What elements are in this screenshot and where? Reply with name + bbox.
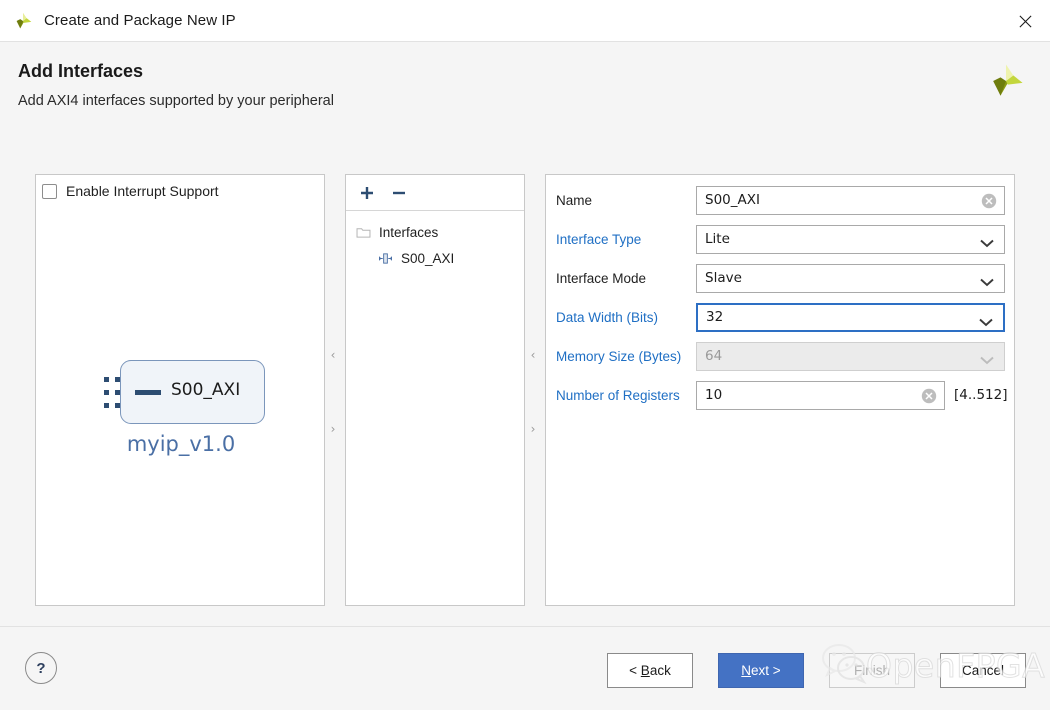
name-input[interactable]: S00_AXI [696, 186, 1005, 215]
help-button[interactable]: ? [25, 652, 57, 684]
interface-mode-label: Interface Mode [556, 271, 696, 286]
title-bar: Create and Package New IP [0, 0, 1050, 42]
tree-node-s00-axi[interactable]: S00_AXI [346, 245, 524, 271]
memory-size-value: 64 [697, 348, 722, 364]
memory-size-dropdown: 64 [696, 342, 1005, 371]
ip-block-shape[interactable]: S00_AXI [120, 360, 265, 424]
window-title: Create and Package New IP [44, 12, 236, 29]
interface-type-value: Lite [697, 231, 730, 247]
checkbox-box[interactable] [42, 184, 57, 199]
form-row-number-of-registers: Number of Registers 10 [4..512] [546, 382, 1014, 408]
interface-properties-panel: Name S00_AXI Interface Type Lite [545, 174, 1015, 606]
name-value: S00_AXI [697, 192, 760, 208]
close-icon[interactable] [1000, 0, 1050, 42]
interface-mode-value: Slave [697, 270, 742, 286]
ip-block-diagram: S00_AXI myip_v1.0 [36, 360, 326, 456]
number-of-registers-input[interactable]: 10 [696, 381, 945, 410]
chevron-down-icon [980, 352, 994, 370]
tree-node-label: Interfaces [379, 225, 438, 240]
chevron-down-icon[interactable] [980, 274, 994, 292]
folder-icon [356, 226, 371, 238]
number-of-registers-label: Number of Registers [556, 388, 696, 403]
chevron-right-icon[interactable]: › [528, 422, 538, 436]
clear-icon[interactable] [981, 193, 997, 209]
page-subtitle: Add AXI4 interfaces supported by your pe… [18, 93, 334, 109]
form-row-name: Name S00_AXI [546, 187, 1014, 213]
number-of-registers-value: 10 [697, 387, 722, 403]
form-row-data-width: Data Width (Bits) 32 [546, 304, 1014, 330]
ip-block-port-label: S00_AXI [171, 380, 240, 400]
splitter-right[interactable]: ‹ › [526, 174, 540, 606]
enable-interrupt-support-checkbox[interactable]: Enable Interrupt Support [42, 183, 219, 199]
chevron-down-icon[interactable] [980, 235, 994, 253]
tree-body: Interfaces S00_AXI [346, 219, 524, 271]
interfaces-tree-panel: Interfaces S00_AXI [345, 174, 525, 606]
page-header: Add Interfaces Add AXI4 interfaces suppo… [0, 43, 1050, 155]
form-row-interface-type: Interface Type Lite [546, 226, 1014, 252]
finish-button: Finish [829, 653, 915, 688]
interface-icon [378, 252, 393, 265]
next-button[interactable]: Next > [718, 653, 804, 688]
checkbox-label: Enable Interrupt Support [66, 183, 219, 199]
tree-toolbar [346, 175, 524, 211]
interface-type-label: Interface Type [556, 232, 696, 247]
clear-icon[interactable] [921, 388, 937, 404]
bus-connector-icon [135, 390, 161, 395]
data-width-label: Data Width (Bits) [556, 310, 696, 325]
memory-size-label: Memory Size (Bytes) [556, 349, 696, 364]
name-label: Name [556, 193, 696, 208]
form-row-memory-size: Memory Size (Bytes) 64 [546, 343, 1014, 369]
data-width-value: 32 [698, 309, 723, 325]
pin-array-icon [104, 377, 120, 408]
chevron-left-icon[interactable]: ‹ [528, 348, 538, 362]
remove-interface-button[interactable] [388, 182, 410, 204]
interface-mode-dropdown[interactable]: Slave [696, 264, 1005, 293]
ip-block-name: myip_v1.0 [36, 432, 326, 456]
number-of-registers-range-hint: [4..512] [954, 387, 1007, 403]
interface-properties-form: Name S00_AXI Interface Type Lite [546, 187, 1014, 421]
cancel-button[interactable]: Cancel [940, 653, 1026, 688]
data-width-dropdown[interactable]: 32 [696, 303, 1005, 332]
content-area: Enable Interrupt Support S00_AXI myip_v1… [0, 155, 1050, 625]
page-title: Add Interfaces [18, 61, 143, 82]
add-interface-button[interactable] [356, 182, 378, 204]
xilinx-logo-icon [12, 10, 34, 32]
tree-node-interfaces[interactable]: Interfaces [346, 219, 524, 245]
chevron-down-icon[interactable] [979, 314, 993, 332]
chevron-right-icon[interactable]: › [328, 422, 338, 436]
interface-type-dropdown[interactable]: Lite [696, 225, 1005, 254]
form-row-interface-mode: Interface Mode Slave [546, 265, 1014, 291]
xilinx-logo-icon [984, 59, 1028, 103]
tree-node-label: S00_AXI [401, 251, 454, 266]
splitter-left[interactable]: ‹ › [326, 174, 340, 606]
chevron-left-icon[interactable]: ‹ [328, 348, 338, 362]
back-button[interactable]: < Back [607, 653, 693, 688]
interrupt-and-diagram-panel: Enable Interrupt Support S00_AXI myip_v1… [35, 174, 325, 606]
